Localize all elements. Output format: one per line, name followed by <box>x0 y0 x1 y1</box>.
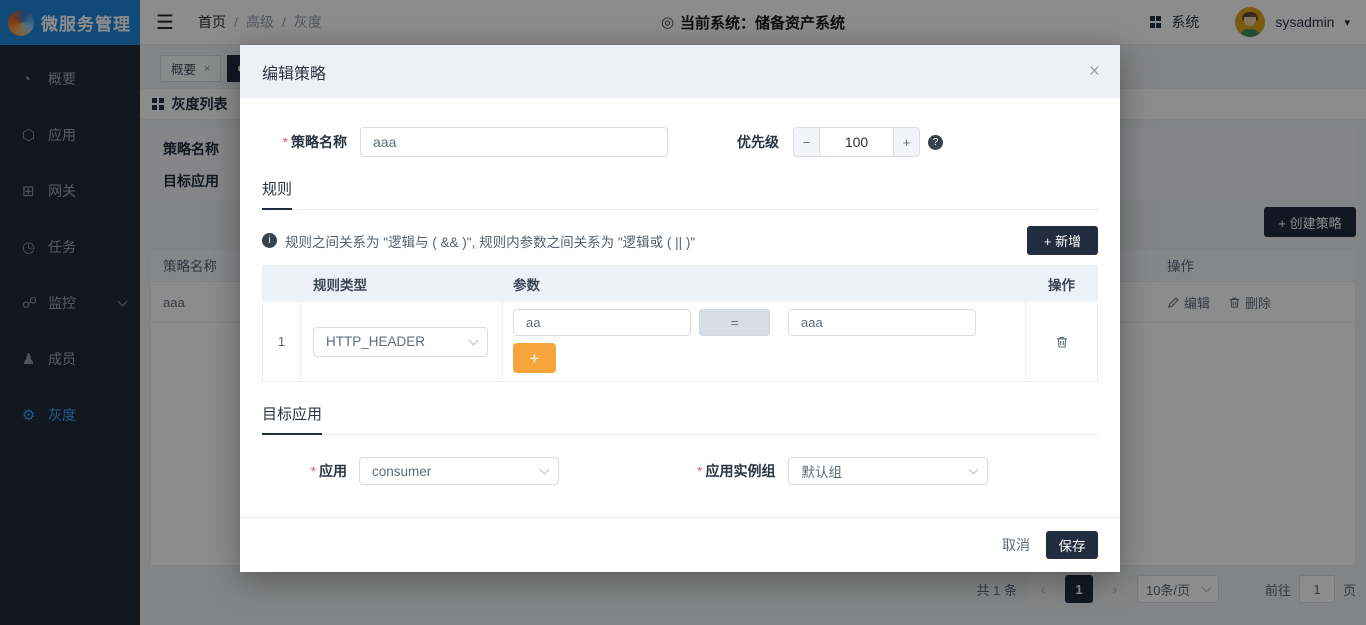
instance-group-select[interactable]: 默认组 <box>788 457 988 485</box>
column-header-rule-type: 规则类型 <box>301 274 503 294</box>
rule-index: 1 <box>263 302 301 381</box>
rules-section-title: 规则 <box>262 178 292 210</box>
app-select[interactable]: consumer <box>359 457 559 485</box>
trash-icon <box>1055 335 1069 349</box>
rules-info-row: i 规则之间关系为 "逻辑与 ( && )", 规则内参数之间关系为 "逻辑或 … <box>262 226 1098 255</box>
modal-title: 编辑策略 <box>262 60 326 84</box>
policy-name-input[interactable] <box>360 127 668 157</box>
chevron-down-icon <box>469 335 479 345</box>
rules-table: 规则类型 参数 操作 1 HTTP_HEADER <box>262 265 1098 382</box>
required-asterisk: * <box>283 134 288 150</box>
column-header-params: 参数 <box>503 274 1026 294</box>
required-asterisk: * <box>697 463 702 479</box>
policy-name-label: *策略名称 <box>262 132 347 152</box>
delete-rule-button[interactable] <box>1055 335 1069 349</box>
help-icon[interactable]: ? <box>928 135 943 150</box>
modal-footer: 取消 保存 <box>240 517 1120 572</box>
param-line: = <box>513 309 1025 336</box>
rules-info-text: 规则之间关系为 "逻辑与 ( && )", 规则内参数之间关系为 "逻辑或 ( … <box>285 231 695 251</box>
modal-header: 编辑策略 × <box>240 45 1120 98</box>
plus-icon: + <box>1044 234 1052 249</box>
info-icon: i <box>262 233 277 248</box>
operator-select[interactable]: = <box>699 309 770 336</box>
rule-type-select[interactable]: HTTP_HEADER <box>313 327 488 357</box>
increment-button[interactable]: + <box>893 128 919 156</box>
target-fields-row: *应用 consumer *应用实例组 默认组 <box>262 457 1098 485</box>
app-label: *应用 <box>262 461 347 481</box>
modal-body: *策略名称 优先级 − + ? 规则 i 规则之间关系为 "逻辑与 ( && )… <box>240 127 1120 485</box>
column-header-actions: 操作 <box>1026 274 1097 294</box>
add-rule-button[interactable]: + 新增 <box>1027 226 1098 255</box>
required-asterisk: * <box>311 463 316 479</box>
param-key-input[interactable] <box>513 309 691 336</box>
target-section-divider: 目标应用 <box>262 403 1098 435</box>
instance-group-value: 默认组 <box>801 461 842 481</box>
add-param-button[interactable]: + <box>513 343 556 373</box>
app-root: 微服务管理 ◔ 概要 ⬡ 应用 ⊞ 网关 ◷ 任务 ☍ 监控 <box>0 0 1366 625</box>
close-icon[interactable]: × <box>1089 62 1100 81</box>
rule-type-cell: HTTP_HEADER <box>301 302 503 381</box>
decrement-button[interactable]: − <box>794 128 820 156</box>
rules-table-header: 规则类型 参数 操作 <box>263 266 1097 302</box>
rule-params-cell: = + <box>503 302 1026 381</box>
rules-section-divider: 规则 <box>262 178 1098 210</box>
app-select-value: consumer <box>372 464 431 479</box>
policy-fields-row: *策略名称 优先级 − + ? <box>262 127 1098 157</box>
param-value-input[interactable] <box>788 309 976 336</box>
instance-group-label: *应用实例组 <box>697 461 775 481</box>
priority-stepper: − + <box>793 127 920 157</box>
chevron-down-icon <box>540 465 550 475</box>
rule-row: 1 HTTP_HEADER = + <box>263 302 1097 381</box>
cancel-button[interactable]: 取消 <box>1002 535 1030 555</box>
save-button[interactable]: 保存 <box>1046 531 1098 559</box>
target-section-title: 目标应用 <box>262 403 322 435</box>
rule-actions-cell <box>1026 302 1097 381</box>
edit-policy-modal: 编辑策略 × *策略名称 优先级 − + ? 规则 i <box>240 45 1120 572</box>
chevron-down-icon <box>969 465 979 475</box>
priority-input[interactable] <box>820 128 893 156</box>
rule-type-value: HTTP_HEADER <box>326 334 425 349</box>
priority-label: 优先级 <box>737 132 779 152</box>
